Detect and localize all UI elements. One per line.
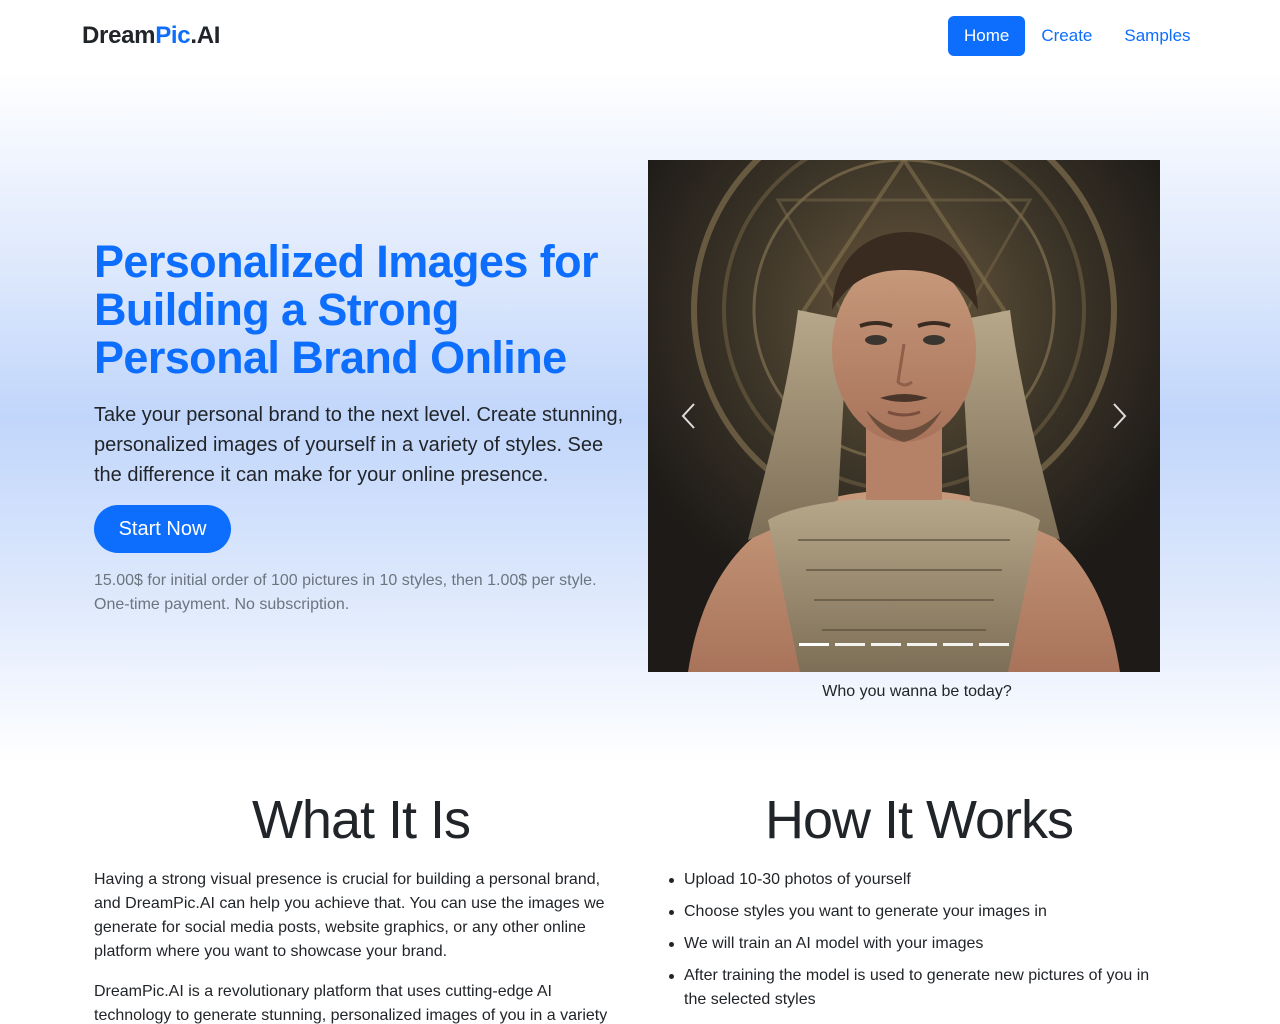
how-step-2: Choose styles you want to generate your … — [669, 900, 1174, 924]
brand-part-3: .AI — [190, 22, 221, 49]
carousel-indicators — [648, 643, 1160, 646]
hero-title: Personalized Images for Building a Stron… — [94, 236, 598, 383]
what-it-is-title: What It Is — [251, 790, 471, 850]
brand-part-1: Dream — [82, 22, 156, 49]
pricing-note: 15.00$ for initial order of 100 pictures… — [94, 569, 634, 617]
brand-part-2: Pic — [155, 22, 191, 49]
chevron-right-icon — [1113, 403, 1127, 429]
pricing-line-2: One-time payment. No subscription. — [94, 596, 350, 613]
image-carousel[interactable] — [648, 160, 1160, 672]
chevron-left-icon — [681, 403, 695, 429]
nav-links: Home Create Samples — [948, 16, 1207, 56]
start-now-button[interactable]: Start Now — [94, 505, 231, 553]
carousel-indicator-1[interactable] — [799, 643, 829, 646]
carousel-indicator-3[interactable] — [871, 643, 901, 646]
how-step-1: Upload 10-30 photos of yourself — [669, 868, 1174, 892]
carousel-indicator-6[interactable] — [979, 643, 1009, 646]
carousel-next-button[interactable] — [1080, 160, 1160, 672]
hero-lead: Take your personal brand to the next lev… — [94, 404, 624, 486]
carousel-indicator-5[interactable] — [943, 643, 973, 646]
how-it-works-title: How It Works — [764, 790, 1074, 850]
carousel-caption: Who you wanna be today? — [822, 683, 1012, 700]
brand-logo[interactable]: DreamPic.AI — [82, 22, 220, 50]
nav-link-samples[interactable]: Samples — [1108, 16, 1206, 56]
carousel-prev-button[interactable] — [648, 160, 728, 672]
how-it-works-list: Upload 10-30 photos of yourself Choose s… — [669, 868, 1174, 1020]
carousel-indicator-2[interactable] — [835, 643, 865, 646]
navbar: DreamPic.AI Home Create Samples — [0, 0, 1280, 72]
nav-link-create[interactable]: Create — [1025, 16, 1108, 56]
what-paragraph-2: DreamPic.AI is a revolutionary platform … — [94, 983, 608, 1024]
nav-link-home[interactable]: Home — [948, 16, 1026, 56]
what-it-is-text: Having a strong visual presence is cruci… — [94, 868, 628, 1024]
carousel-indicator-4[interactable] — [907, 643, 937, 646]
how-step-4: After training the model is used to gene… — [669, 964, 1174, 1012]
pricing-line-1: 15.00$ for initial order of 100 pictures… — [94, 572, 597, 589]
how-step-3: We will train an AI model with your imag… — [669, 932, 1174, 956]
what-paragraph-1: Having a strong visual presence is cruci… — [94, 871, 605, 960]
